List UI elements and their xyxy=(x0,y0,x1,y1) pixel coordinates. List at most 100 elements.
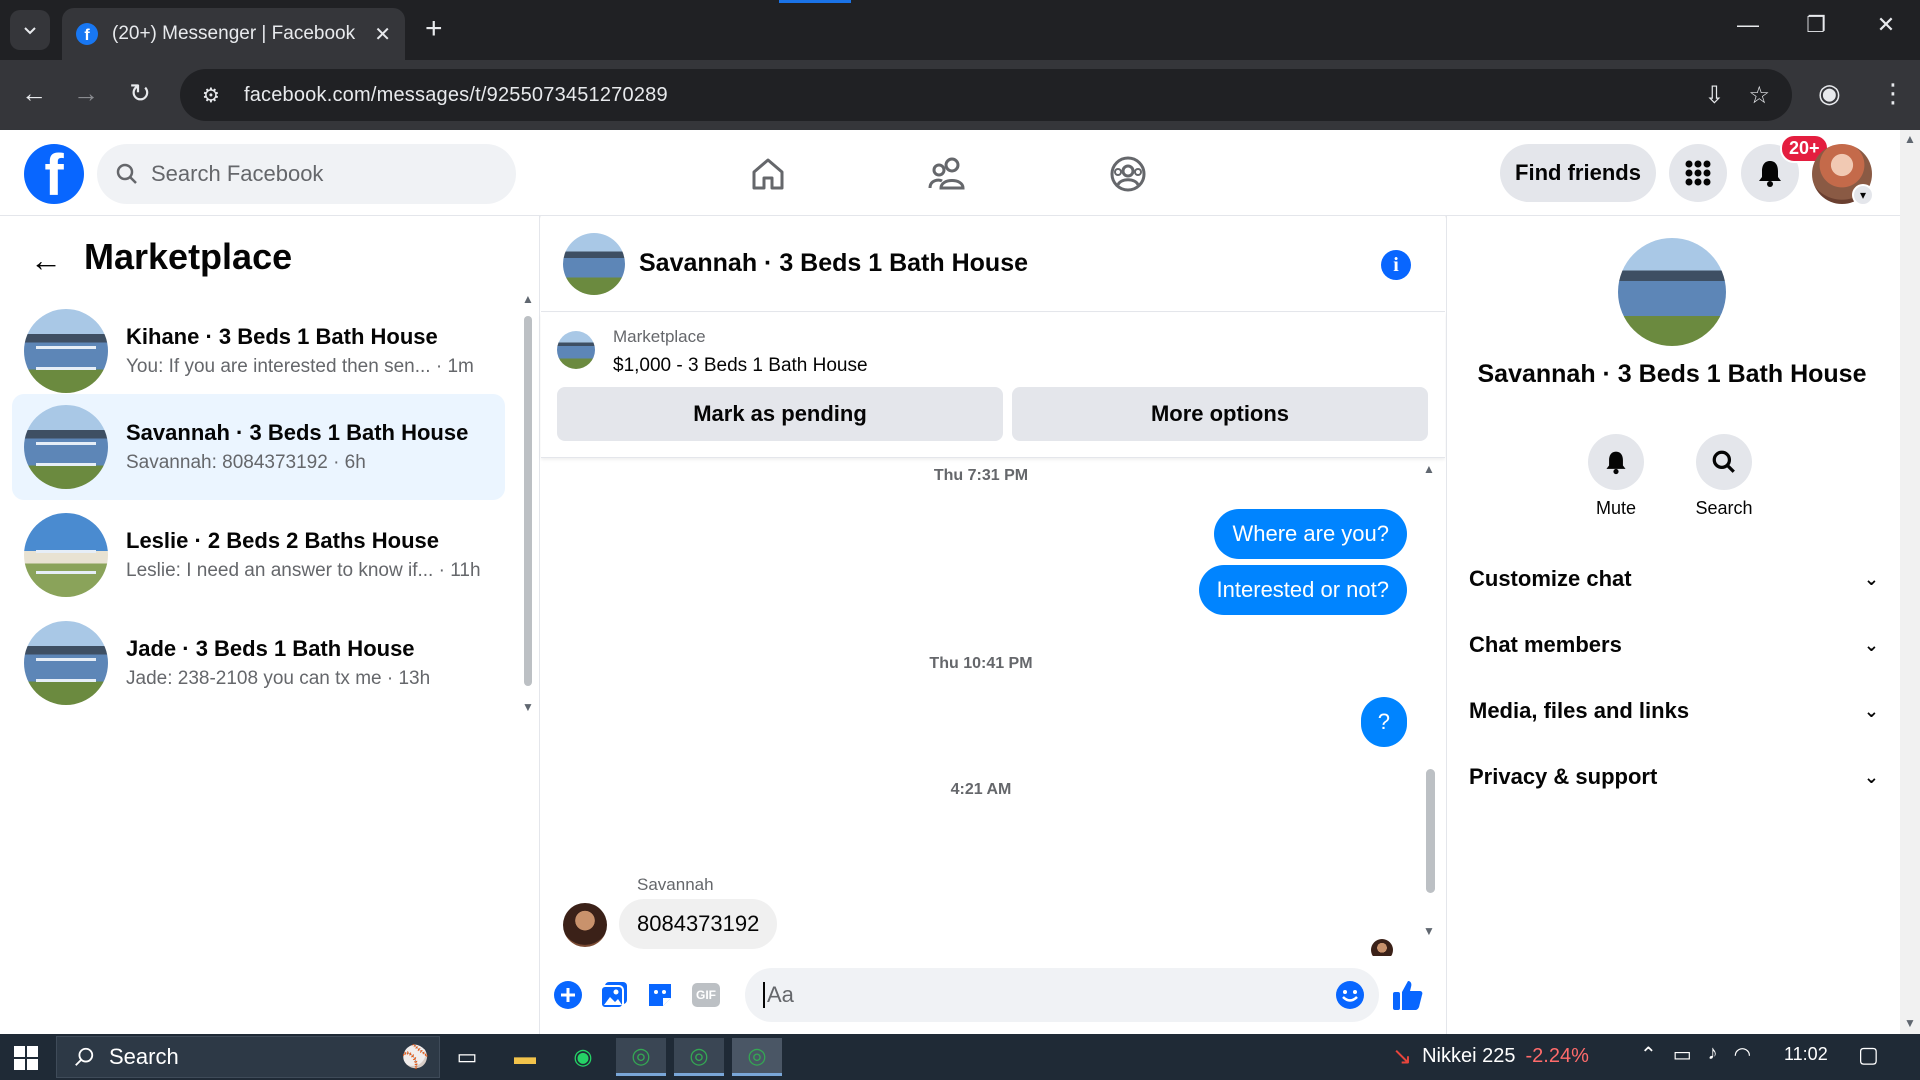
conversation-item-savannah[interactable]: Savannah · 3 Beds 1 Bath House Savannah:… xyxy=(12,394,505,500)
listing-thumbnail[interactable] xyxy=(557,331,595,369)
chat-avatar[interactable] xyxy=(563,232,625,295)
chrome-icon[interactable]: ◎ xyxy=(616,1038,666,1076)
restore-icon[interactable]: ❐ xyxy=(1796,12,1836,38)
emoji-icon[interactable] xyxy=(1335,980,1365,1010)
friends-nav[interactable] xyxy=(924,150,972,198)
start-button[interactable] xyxy=(14,1046,38,1075)
chrome-icon[interactable]: ◎ xyxy=(732,1038,782,1076)
mute-action[interactable]: Mute xyxy=(1566,434,1666,519)
taskbar-search-input[interactable] xyxy=(109,1044,309,1070)
privacy-support-row[interactable]: Privacy & support ⌄ xyxy=(1469,752,1879,802)
message-timestamp: 4:21 AM xyxy=(950,781,1012,798)
message-input[interactable] xyxy=(763,982,1323,1008)
new-tab-button[interactable]: + xyxy=(425,14,443,44)
groups-icon xyxy=(1110,156,1146,192)
conversation-snippet: Jade: 238-2108 you can tx me · 13h xyxy=(126,668,431,689)
like-button[interactable] xyxy=(1391,978,1425,1012)
stock-name: Nikkei 225 xyxy=(1422,1045,1516,1067)
forward-icon[interactable]: → xyxy=(66,78,106,109)
conversation-item-leslie[interactable]: Leslie · 2 Beds 2 Baths House Leslie: I … xyxy=(12,502,505,608)
reload-icon[interactable]: ↻ xyxy=(120,78,160,109)
chat-avatar-large[interactable] xyxy=(1618,238,1726,346)
minimize-icon[interactable]: — xyxy=(1728,12,1768,38)
conversation-title: Leslie · 2 Beds 2 Baths House xyxy=(126,528,439,553)
conversation-item-kihane[interactable]: Kihane · 3 Beds 1 Bath House You: If you… xyxy=(12,298,505,404)
scroll-up-icon[interactable]: ▲ xyxy=(1423,462,1435,476)
file-explorer-icon[interactable]: ▬ xyxy=(500,1038,550,1076)
incoming-message[interactable]: 8084373192 xyxy=(619,899,778,949)
home-nav[interactable] xyxy=(744,150,792,198)
search-input[interactable] xyxy=(151,161,471,187)
message-timestamp: Thu 10:41 PM xyxy=(929,655,1033,672)
outgoing-message[interactable]: Where are you? xyxy=(1214,509,1407,559)
find-friends-button[interactable]: Find friends xyxy=(1500,144,1656,202)
customize-chat-row[interactable]: Customize chat ⌄ xyxy=(1469,554,1879,604)
site-info-icon[interactable]: ⚙ xyxy=(202,83,220,108)
listing-thumbnail xyxy=(24,405,108,489)
profile-icon[interactable]: ◉ xyxy=(1818,78,1841,109)
sticker-icon[interactable] xyxy=(643,978,677,1012)
back-icon[interactable]: ← xyxy=(14,78,54,109)
outgoing-message[interactable]: Interested or not? xyxy=(1198,565,1407,615)
facebook-search[interactable] xyxy=(97,144,516,204)
more-options-button[interactable]: More options xyxy=(1012,387,1428,441)
sender-name: Savannah xyxy=(637,875,714,894)
row-label: Chat members xyxy=(1469,632,1622,657)
install-app-icon[interactable]: ⇩ xyxy=(1704,81,1724,110)
message-input-wrapper[interactable] xyxy=(745,968,1379,1022)
media-files-links-row[interactable]: Media, files and links ⌄ xyxy=(1469,686,1879,736)
outgoing-message[interactable]: ? xyxy=(1360,697,1407,747)
stock-widget[interactable]: ↘ Nikkei 225 -2.24% xyxy=(1392,1042,1589,1071)
baseball-decoration-icon: ⚾ xyxy=(401,1044,429,1069)
scroll-down-icon[interactable]: ▼ xyxy=(1904,1016,1916,1030)
page-scrollbar[interactable]: ▲ ▼ xyxy=(1900,130,1920,1034)
photo-icon[interactable] xyxy=(597,978,631,1012)
gif-button[interactable]: GIF xyxy=(689,978,723,1012)
search-action[interactable]: Search xyxy=(1674,434,1774,519)
windows-taskbar: ⚾ ▭ ▬ ◉ ◎ ◎ ◎ ↘ Nikkei 225 -2.24% ⌃ ▭ ♪ … xyxy=(0,1034,1920,1080)
scroll-up-icon[interactable]: ▲ xyxy=(522,292,534,306)
chat-title[interactable]: Savannah · 3 Beds 1 Bath House xyxy=(639,249,1028,278)
scrollbar[interactable] xyxy=(524,316,532,686)
task-view-icon[interactable]: ▭ xyxy=(442,1038,492,1076)
scroll-down-icon[interactable]: ▼ xyxy=(1423,924,1435,938)
back-arrow-icon[interactable]: ← xyxy=(30,242,62,279)
chevron-down-icon[interactable]: ▾ xyxy=(1852,184,1874,206)
browser-tab[interactable]: f (20+) Messenger | Facebook ✕ xyxy=(62,8,405,60)
row-label: Customize chat xyxy=(1469,566,1632,591)
chrome-icon[interactable]: ◎ xyxy=(674,1038,724,1076)
taskbar-clock[interactable]: 11:02 xyxy=(1784,1044,1828,1065)
action-center-icon[interactable]: ▢ xyxy=(1858,1042,1879,1068)
mark-as-pending-button[interactable]: Mark as pending xyxy=(557,387,1003,441)
volume-icon[interactable]: ♪ xyxy=(1708,1042,1718,1067)
wifi-icon[interactable]: ◠ xyxy=(1734,1042,1751,1067)
groups-nav[interactable] xyxy=(1104,150,1152,198)
menu-button[interactable] xyxy=(1669,144,1727,202)
chat-info-pane: Savannah · 3 Beds 1 Bath House Mute Sear… xyxy=(1446,216,1900,1034)
gif-label: GIF xyxy=(692,983,720,1007)
url-text[interactable]: facebook.com/messages/t/9255073451270289 xyxy=(244,84,1704,107)
browser-menu-icon[interactable]: ⋮ xyxy=(1880,78,1906,109)
chevron-down-icon: ⌄ xyxy=(1863,700,1879,721)
scroll-up-icon[interactable]: ▲ xyxy=(1904,132,1916,146)
chat-members-row[interactable]: Chat members ⌄ xyxy=(1469,620,1879,670)
plus-icon[interactable] xyxy=(551,978,585,1012)
scroll-down-icon[interactable]: ▼ xyxy=(522,700,534,714)
scrollbar[interactable] xyxy=(1426,769,1435,893)
tab-close-icon[interactable]: ✕ xyxy=(374,22,391,47)
chevron-up-icon[interactable]: ⌃ xyxy=(1640,1042,1657,1067)
listing-price-title[interactable]: $1,000 - 3 Beds 1 Bath House xyxy=(613,355,868,377)
taskbar-search[interactable]: ⚾ xyxy=(56,1036,440,1078)
facebook-header: f Find friends 20+ ▾ xyxy=(0,130,1900,216)
address-bar[interactable]: ⚙ facebook.com/messages/t/92550734512702… xyxy=(180,69,1792,121)
sender-avatar[interactable] xyxy=(563,903,607,947)
battery-icon[interactable]: ▭ xyxy=(1673,1042,1692,1067)
info-icon[interactable]: i xyxy=(1381,250,1411,280)
conversation-item-jade[interactable]: Jade · 3 Beds 1 Bath House Jade: 238-210… xyxy=(12,610,505,716)
whatsapp-icon[interactable]: ◉ xyxy=(558,1038,608,1076)
tab-search-button[interactable] xyxy=(10,10,50,50)
chat-info-title: Savannah · 3 Beds 1 Bath House xyxy=(1477,360,1867,388)
facebook-logo[interactable]: f xyxy=(24,144,84,204)
bookmark-star-icon[interactable]: ☆ xyxy=(1748,81,1770,110)
close-window-icon[interactable]: ✕ xyxy=(1866,12,1906,38)
